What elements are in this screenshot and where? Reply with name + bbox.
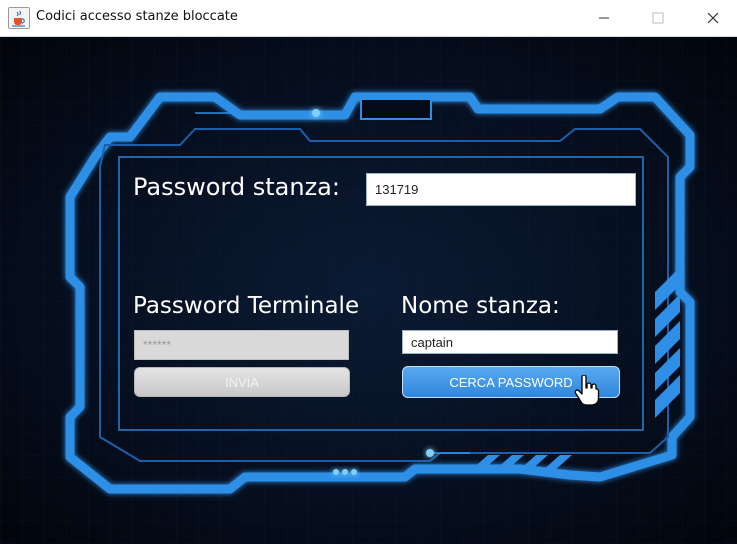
send-button-label: INVIA [225, 374, 259, 390]
sci-fi-frame-background [0, 37, 737, 544]
terminal-password-field[interactable]: ****** [134, 330, 349, 360]
terminal-password-label: Password Terminale [133, 293, 360, 319]
java-coffee-cup-icon [8, 7, 30, 29]
close-button[interactable] [690, 0, 736, 36]
window-content: Password stanza: 131719 Password Termina… [0, 37, 737, 544]
send-button[interactable]: INVIA [134, 367, 350, 397]
maximize-button[interactable] [635, 0, 681, 36]
window-title: Codici accesso stanze bloccate [36, 9, 238, 24]
room-name-label: Nome stanza: [401, 293, 560, 319]
minimize-icon [599, 17, 609, 19]
search-password-button-label: CERCA PASSWORD [449, 374, 573, 390]
hand-pointer-cursor-icon [574, 375, 600, 406]
maximize-icon [652, 12, 664, 24]
window-title-bar[interactable]: Codici accesso stanze bloccate [0, 0, 737, 37]
room-name-field[interactable]: captain [402, 330, 618, 354]
room-password-field[interactable]: 131719 [366, 173, 636, 206]
close-icon [707, 12, 719, 24]
minimize-button[interactable] [581, 0, 627, 36]
room-password-label: Password stanza: [133, 173, 340, 201]
